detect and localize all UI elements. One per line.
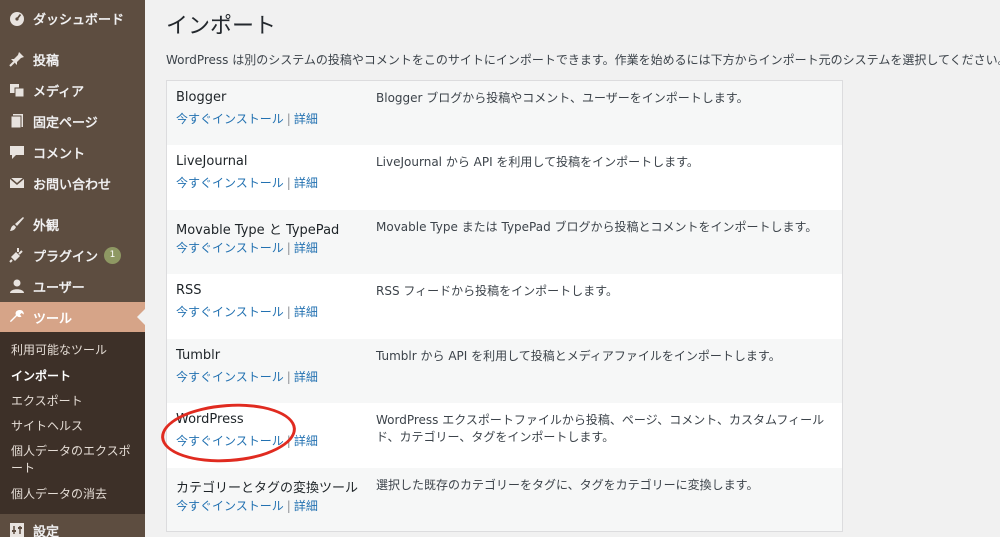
importer-description: LiveJournal から API を利用して投稿をインポートします。 (376, 155, 699, 169)
menu-comments[interactable]: コメント (0, 138, 145, 166)
importer-row-rss: RSS 今すぐインストール | 詳細 RSS フィードから投稿をインポートします。 (167, 274, 842, 339)
importer-row-movabletype: Movable Type と TypePad 今すぐインストール | 詳細 Mova… (167, 210, 842, 274)
menu-label: 外観 (33, 218, 60, 234)
menu-users[interactable]: ユーザー (0, 272, 145, 300)
install-now-link[interactable]: 今すぐインストール (176, 370, 284, 384)
menu-label: メディア (33, 84, 85, 100)
details-link[interactable]: 詳細 (294, 499, 318, 513)
importer-name: Tumblr (176, 348, 221, 363)
plugin-icon (9, 247, 25, 263)
details-link[interactable]: 詳細 (294, 112, 318, 126)
page-icon (9, 113, 25, 129)
submenu-site-health[interactable]: サイトヘルス (11, 418, 139, 435)
menu-contact[interactable]: お問い合わせ (0, 169, 145, 197)
submenu-export[interactable]: エクスポート (11, 393, 139, 410)
menu-appearance[interactable]: 外観 (0, 210, 145, 238)
brush-icon (9, 216, 25, 232)
admin-sidebar: ダッシュボード 投稿 メディア 固定ページ コメント お問い合わせ 外観 プラグ… (0, 0, 145, 537)
settings-icon (9, 522, 25, 537)
menu-label: プラグイン (33, 249, 99, 265)
menu-pages[interactable]: 固定ページ (0, 107, 145, 135)
importer-row-livejournal: LiveJournal 今すぐインストール | 詳細 LiveJournal から … (167, 145, 842, 210)
importer-name: LiveJournal (176, 154, 248, 169)
separator: | (286, 241, 291, 255)
menu-plugins[interactable]: プラグイン 1 (0, 241, 145, 269)
menu-label: 投稿 (33, 53, 60, 69)
separator: | (286, 176, 291, 190)
details-link[interactable]: 詳細 (294, 434, 318, 448)
menu-label: ユーザー (33, 280, 85, 296)
menu-label: コメント (33, 146, 86, 162)
importer-row-wordpress: WordPress 今すぐインストール | 詳細 WordPress エクスポートフ… (167, 403, 842, 468)
details-link[interactable]: 詳細 (294, 305, 318, 319)
menu-tools[interactable]: ツール (0, 302, 145, 332)
menu-media[interactable]: メディア (0, 76, 145, 104)
importer-description: 選択した既存のカテゴリーをタグに、タグをカテゴリーに変換します。 (376, 478, 759, 492)
menu-label: 設定 (33, 524, 60, 537)
submenu-export-personal-data[interactable]: 個人データのエクスポート (11, 443, 139, 477)
menu-posts[interactable]: 投稿 (0, 45, 145, 73)
menu-label: お問い合わせ (33, 177, 112, 193)
importer-name: カテゴリーとタグの変換ツール (176, 481, 359, 496)
install-now-link[interactable]: 今すぐインストール (176, 499, 284, 513)
importer-description: Blogger ブログから投稿やコメント、ユーザーをインポートします。 (376, 91, 749, 105)
importer-description: RSS フィードから投稿をインポートします。 (376, 284, 618, 298)
separator: | (286, 112, 291, 126)
install-now-link[interactable]: 今すぐインストール (176, 176, 284, 190)
importer-row-category-tag-converter: カテゴリーとタグの変換ツール 今すぐインストール | 詳細 選択した既存のカテゴリー… (167, 468, 842, 531)
menu-settings[interactable]: 設定 (0, 516, 145, 537)
importers-table: Blogger 今すぐインストール | 詳細 Blogger ブログから投稿やコメン… (166, 80, 843, 532)
importer-description: Movable Type または TypePad ブログから投稿とコメントをイン… (376, 220, 818, 234)
importer-actions: 今すぐインストール | 詳細 (176, 432, 318, 449)
submenu-erase-personal-data[interactable]: 個人データの消去 (11, 486, 139, 503)
importer-actions: 今すぐインストール | 詳細 (176, 368, 318, 385)
menu-label: 固定ページ (33, 115, 98, 131)
importer-name: RSS (176, 283, 202, 298)
menu-dashboard[interactable]: ダッシュボード (0, 4, 145, 32)
media-icon (9, 82, 25, 98)
details-link[interactable]: 詳細 (294, 370, 318, 384)
importer-description: WordPress エクスポートファイルから投稿、ページ、コメント、カスタムフィ… (376, 413, 825, 444)
install-now-link[interactable]: 今すぐインストール (176, 305, 284, 319)
intro-text: WordPress は別のシステムの投稿やコメントをこのサイトにインポートできま… (166, 53, 1000, 67)
mail-icon (9, 175, 25, 191)
tools-submenu: 利用可能なツール インポート エクスポート サイトヘルス 個人データのエクスポー… (0, 332, 145, 514)
separator: | (286, 305, 291, 319)
comment-icon (9, 144, 25, 160)
submenu-import[interactable]: インポート (11, 368, 139, 385)
importer-actions: 今すぐインストール | 詳細 (176, 303, 318, 320)
importer-actions: 今すぐインストール | 詳細 (176, 110, 318, 127)
dashboard-icon (9, 10, 25, 26)
install-now-link[interactable]: 今すぐインストール (176, 112, 284, 126)
importer-name: WordPress (176, 412, 244, 427)
user-icon (9, 278, 25, 294)
pin-icon (9, 51, 25, 67)
separator: | (286, 499, 291, 513)
main-content: インポート WordPress は別のシステムの投稿やコメントをこのサイトにイン… (145, 0, 1000, 537)
importer-row-tumblr: Tumblr 今すぐインストール | 詳細 Tumblr から API を利用して投… (167, 339, 842, 403)
importer-name: Movable Type と TypePad (176, 223, 340, 238)
details-link[interactable]: 詳細 (294, 176, 318, 190)
wrench-icon (9, 309, 25, 325)
importer-actions: 今すぐインストール | 詳細 (176, 174, 318, 191)
submenu-available-tools[interactable]: 利用可能なツール (11, 342, 139, 359)
install-now-link[interactable]: 今すぐインストール (176, 434, 284, 448)
importer-actions: 今すぐインストール | 詳細 (176, 497, 318, 514)
install-now-link[interactable]: 今すぐインストール (176, 241, 284, 255)
separator: | (286, 434, 291, 448)
importer-name: Blogger (176, 90, 227, 105)
update-count-badge: 1 (104, 246, 122, 264)
separator: | (286, 370, 291, 384)
importer-description: Tumblr から API を利用して投稿とメディアファイルをインポートします。 (376, 349, 781, 363)
importer-row-blogger: Blogger 今すぐインストール | 詳細 Blogger ブログから投稿やコメン… (167, 81, 842, 145)
page-title: インポート (166, 14, 277, 39)
menu-label: ツール (33, 311, 73, 327)
menu-label: ダッシュボード (33, 12, 125, 28)
importer-actions: 今すぐインストール | 詳細 (176, 239, 318, 256)
details-link[interactable]: 詳細 (294, 241, 318, 255)
